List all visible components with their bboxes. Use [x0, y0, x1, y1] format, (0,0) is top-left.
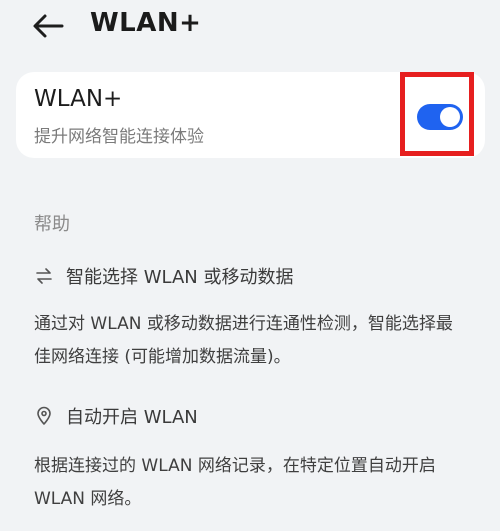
app-header: WLAN+ [0, 0, 500, 56]
back-arrow-icon [33, 14, 64, 38]
smart-select-title: 智能选择 WLAN 或移动数据 [66, 267, 294, 288]
toggle-highlight-box [400, 72, 474, 156]
smart-select-item: 智能选择 WLAN 或移动数据 [34, 262, 293, 290]
help-section-header: 帮助 [34, 214, 70, 235]
wlan-plus-subtitle: 提升网络智能连接体验 [34, 127, 204, 147]
wlan-plus-toggle[interactable] [417, 104, 463, 130]
auto-wlan-item: 自动开启 WLAN [34, 402, 198, 430]
auto-wlan-description: 根据连接过的 WLAN 网络记录，在特定位置自动开启 WLAN 网络。 [34, 456, 436, 509]
back-button[interactable] [28, 10, 68, 42]
swap-arrows-icon [34, 266, 54, 286]
toggle-knob [440, 107, 460, 127]
location-pin-icon [34, 406, 54, 426]
wlan-plus-title: WLAN+ [34, 86, 123, 112]
page-title: WLAN+ [90, 8, 202, 38]
smart-select-description: 通过对 WLAN 或移动数据进行连通性检测，智能选择最佳网络连接 (可能增加数据… [34, 314, 453, 367]
auto-wlan-title: 自动开启 WLAN [66, 407, 198, 428]
